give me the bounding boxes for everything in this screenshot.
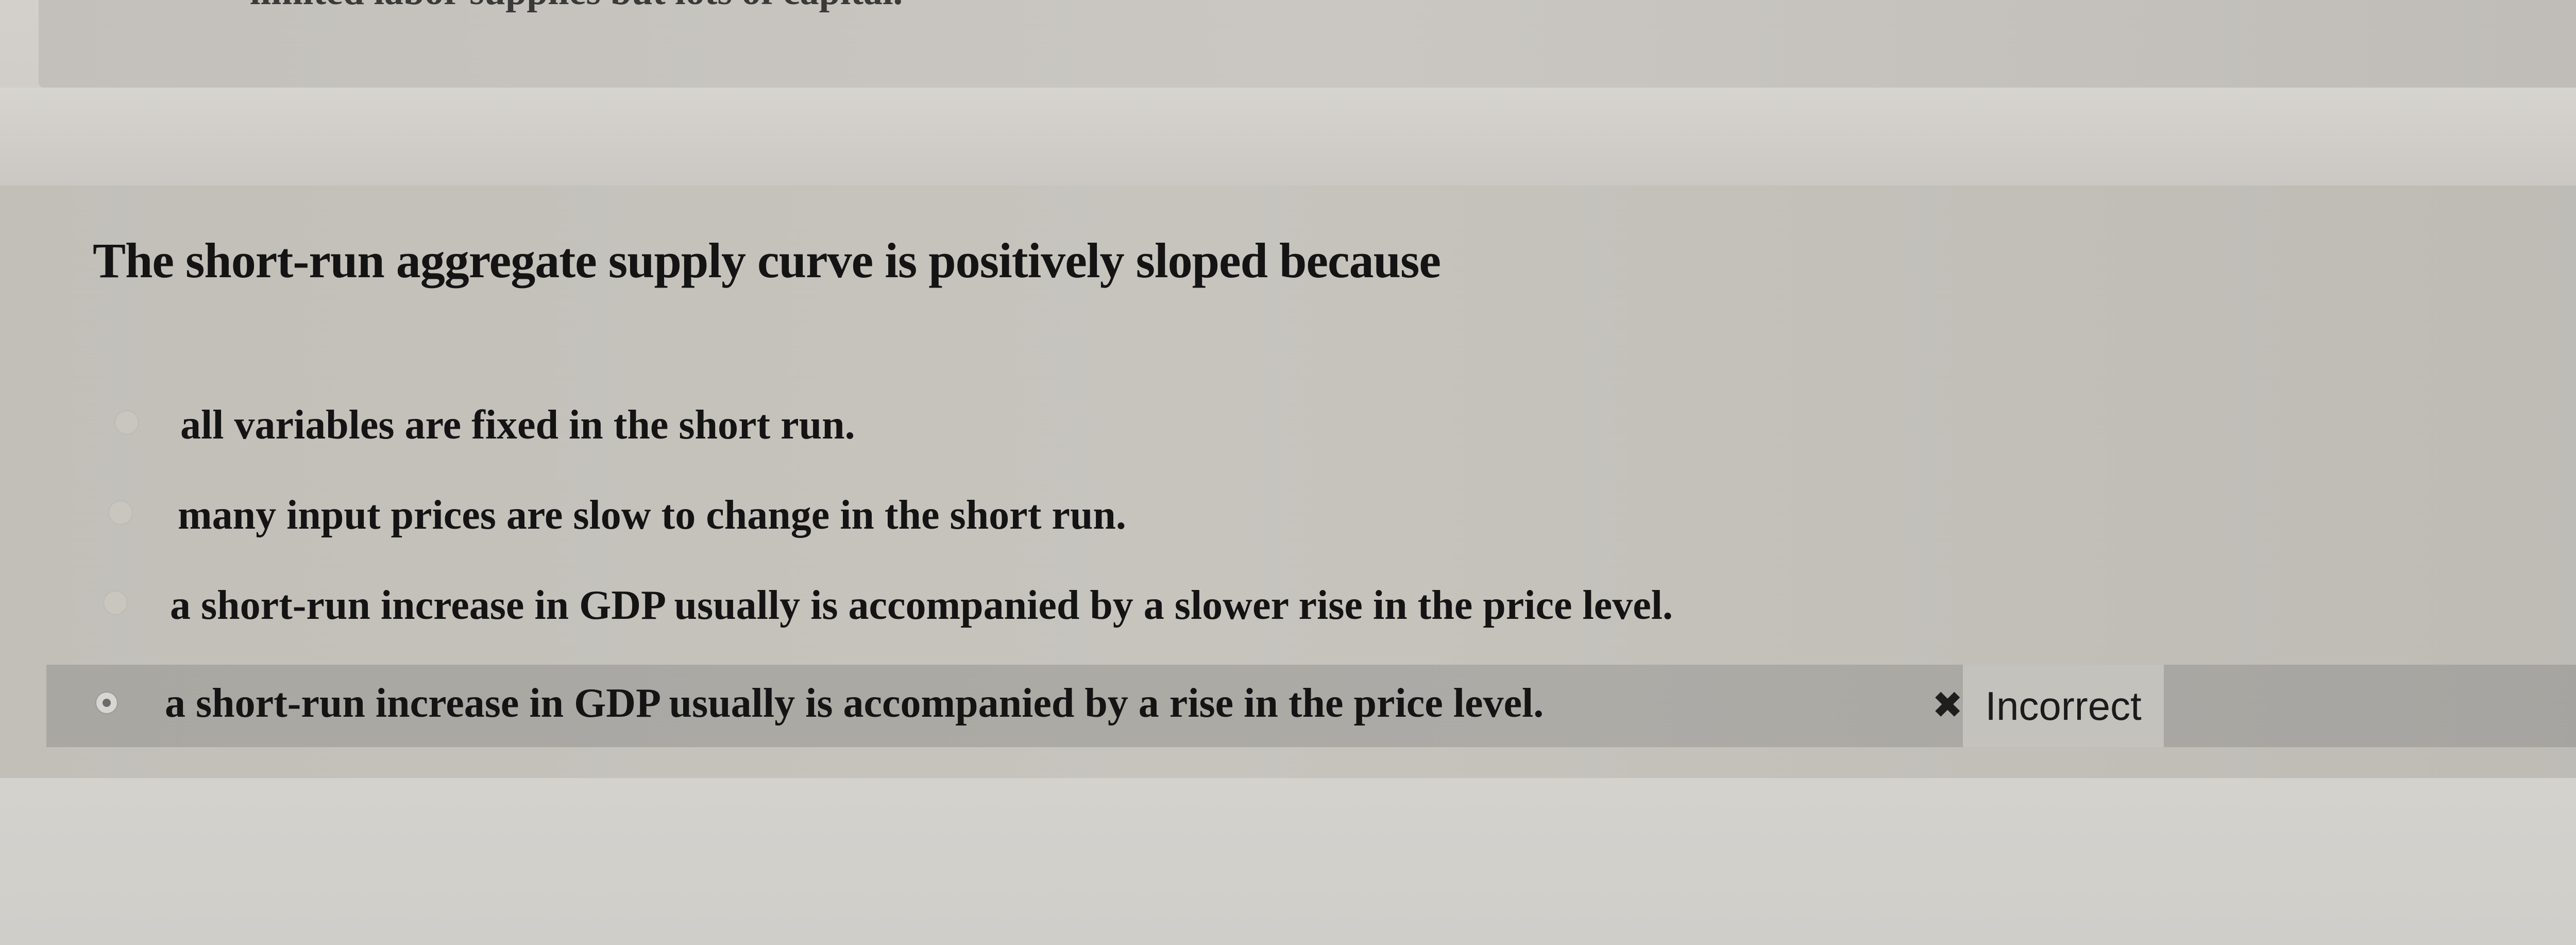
answer-option-2[interactable]: many input prices are slow to change in … <box>0 477 2576 554</box>
radio-button[interactable] <box>108 500 133 525</box>
x-icon: ✖ <box>1932 683 1963 727</box>
feedback-badge: Incorrect <box>1963 665 2164 747</box>
answer-option-1[interactable]: all variables are fixed in the short run… <box>0 386 2576 464</box>
answer-option-4-selected[interactable]: a short-run increase in GDP usually is a… <box>46 665 2576 747</box>
card-separator <box>0 88 2576 185</box>
question-card: The short-run aggregate supply curve is … <box>0 185 2576 778</box>
question-prompt: The short-run aggregate supply curve is … <box>93 233 1441 288</box>
answer-option-label[interactable]: a short-run increase in GDP usually is a… <box>170 582 1673 629</box>
answer-option-label[interactable]: many input prices are slow to change in … <box>178 492 1126 539</box>
radio-button[interactable] <box>103 590 128 615</box>
radio-dot-icon <box>103 699 111 707</box>
answer-option-label[interactable]: a short-run increase in GDP usually is a… <box>165 680 1544 727</box>
page-background <box>0 778 2576 945</box>
radio-button-selected[interactable] <box>95 691 118 714</box>
feedback-text: Incorrect <box>1985 683 2142 729</box>
previous-question-card: limited labor supplies but lots of capit… <box>39 0 2576 88</box>
answer-option-label[interactable]: all variables are fixed in the short run… <box>180 402 855 449</box>
radio-button[interactable] <box>114 410 139 435</box>
answer-option-3[interactable]: a short-run increase in GDP usually is a… <box>0 567 2576 644</box>
previous-option-text: limited labor supplies but lots of capit… <box>250 0 903 14</box>
